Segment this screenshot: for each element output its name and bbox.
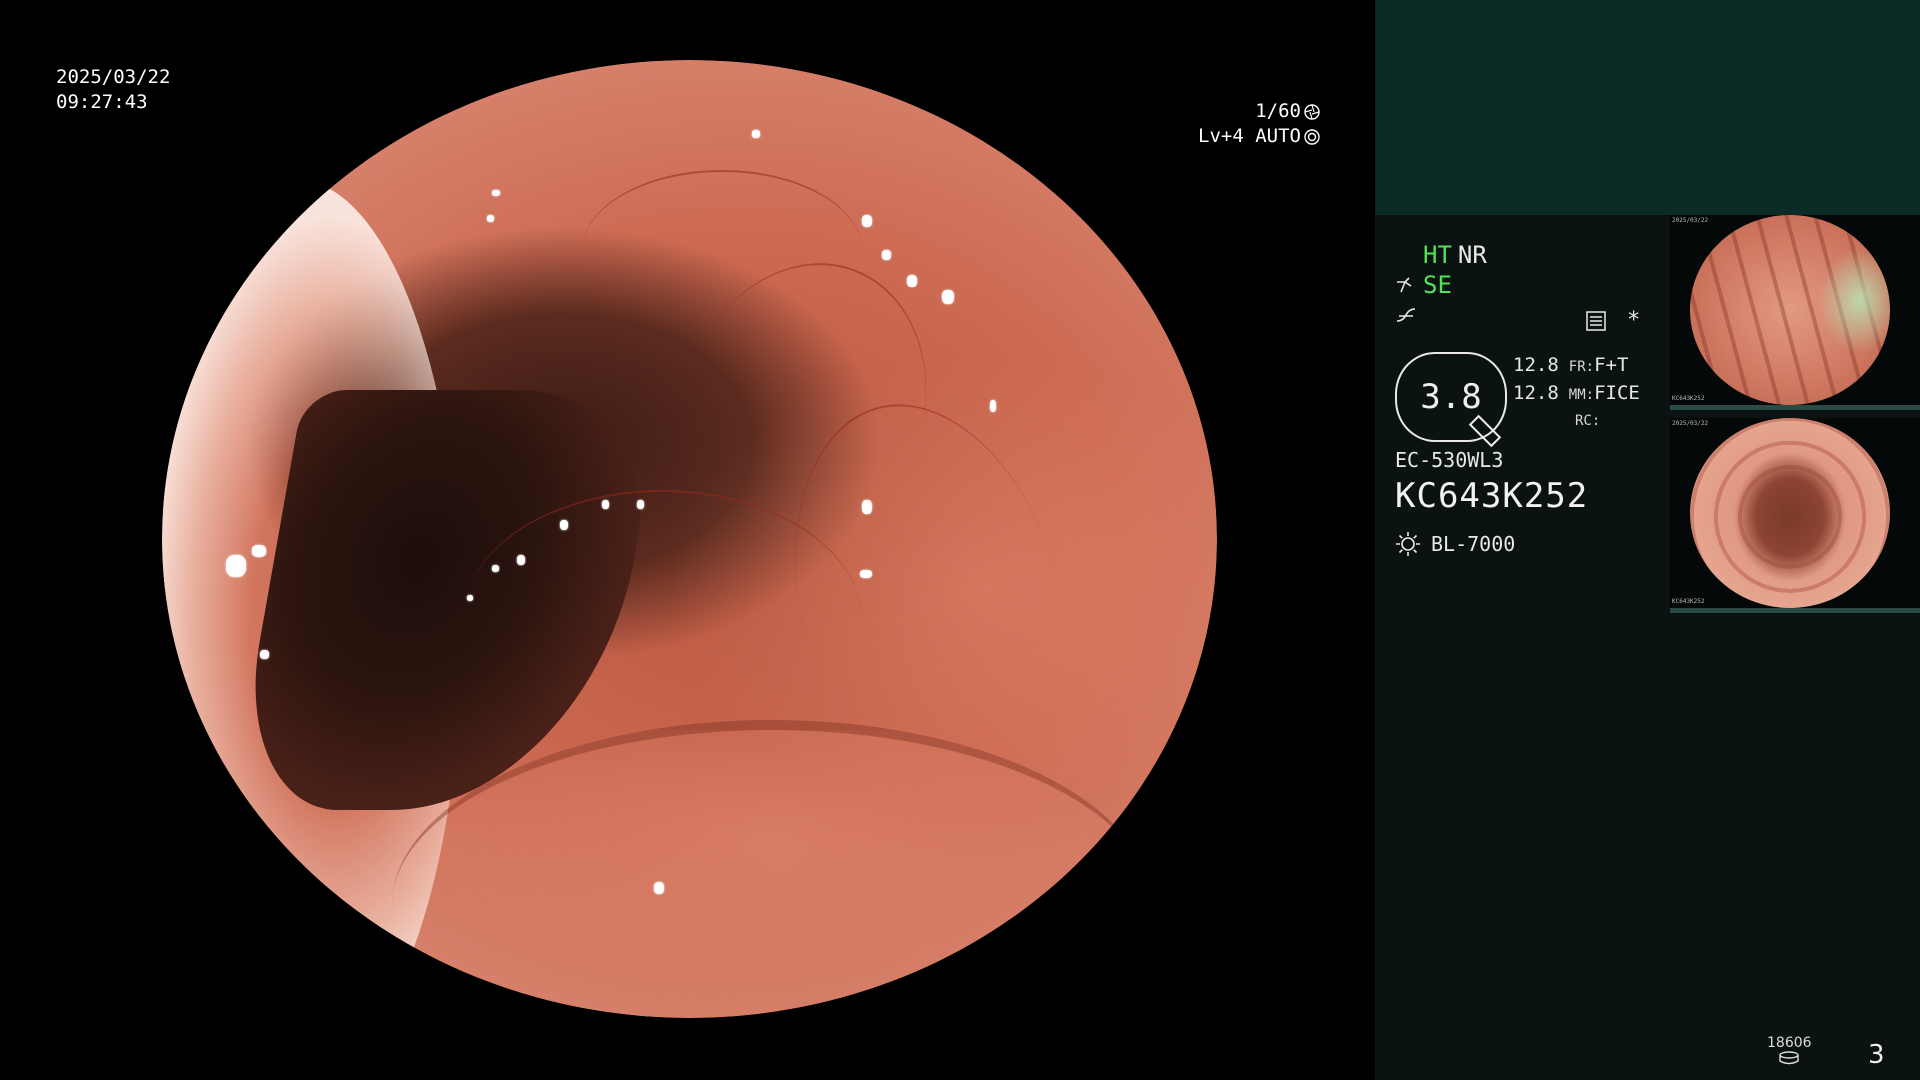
specular-highlight [882, 250, 891, 260]
brightness-level-text: Lv+4 AUTO [1198, 125, 1301, 147]
mm-label: MM: [1568, 387, 1595, 403]
thumbnail-bar [1670, 405, 1920, 410]
settings-block: HT NR SE * 3.8 12.8 FR:F+T 12.8 MM:FICE … [1395, 240, 1695, 556]
specular-highlight [226, 555, 246, 577]
time-text: 09:27:43 [56, 91, 148, 113]
settings-sheet-icon [1586, 310, 1606, 331]
specular-highlight [752, 130, 760, 138]
thumbnail-image [1690, 215, 1890, 405]
endoscope-image [162, 60, 1217, 1018]
thumbnail-serial: KC643K252 [1672, 598, 1705, 605]
shutter-speed-text: 1/60 [1255, 100, 1301, 122]
specular-highlight [860, 570, 872, 578]
param-1-value: 12.8 [1513, 354, 1559, 376]
mode-row-ht-nr: HT NR [1395, 240, 1695, 270]
mode-row-contrast [1395, 300, 1695, 330]
thumbnail-date: 2025/03/22 [1672, 217, 1709, 224]
thumbnail-date: 2025/03/22 [1672, 420, 1709, 427]
fr-label: FR: [1568, 359, 1595, 375]
specular-highlight [862, 215, 872, 227]
endoscopy-screen: 2025/03/22 09:27:43 1/60 Lv+4 AUTO HT NR… [0, 0, 1920, 1080]
aperture-icon [1304, 103, 1320, 120]
storage-count: 18606 [1767, 1035, 1812, 1051]
specular-highlight [602, 500, 609, 509]
scope-serial: KC643K252 [1395, 476, 1589, 516]
specular-highlight [907, 275, 917, 287]
asterisk-mark: * [1627, 308, 1641, 333]
fr-value: F+T [1594, 354, 1629, 376]
specular-highlight [260, 650, 269, 659]
specular-highlight [487, 215, 494, 222]
light-source: BL-7000 [1395, 531, 1515, 557]
scope-model: EC-530WL3 [1395, 448, 1504, 472]
light-source-text: BL-7000 [1431, 532, 1516, 556]
thumbnail-image [1690, 418, 1890, 608]
date-text: 2025/03/22 [56, 66, 171, 88]
specular-highlight [637, 500, 644, 509]
structure-enhancement-icon [1397, 277, 1412, 293]
magnifier-icon [1468, 414, 1502, 448]
mode-icons: * [1585, 308, 1640, 333]
specular-highlight [560, 520, 568, 530]
info-panel: HT NR SE * 3.8 12.8 FR:F+T 12.8 MM:FICE … [1375, 0, 1920, 1080]
specular-highlight [517, 555, 525, 565]
storage-disk-icon [1779, 1051, 1799, 1065]
mode-ht-label: HT [1423, 241, 1452, 269]
auto-iris-icon [1304, 128, 1320, 145]
endoscope-view: 2025/03/22 09:27:43 1/60 Lv+4 AUTO [0, 0, 1375, 1080]
contrast-curve-icon [1396, 308, 1416, 322]
panel-header-area [1375, 0, 1920, 215]
mode-nr-label: NR [1457, 241, 1487, 269]
specular-highlight [252, 545, 266, 557]
rc-label: RC: [1575, 413, 1601, 429]
zoom-value: 3.8 [1420, 377, 1482, 417]
thumbnail-bar [1670, 608, 1920, 613]
storage-counter: 18606 [1767, 1035, 1812, 1065]
capture-thumbnail[interactable]: 2025/03/22 KC643K252 [1670, 418, 1920, 613]
specular-highlight [492, 190, 500, 196]
specular-highlight [654, 882, 664, 894]
capture-thumbnail[interactable]: 2025/03/22 KC643K252 [1670, 215, 1920, 410]
mode-row-se: SE [1395, 270, 1695, 300]
specular-highlight [492, 565, 499, 572]
exposure-overlay: 1/60 Lv+4 AUTO [1180, 99, 1320, 149]
processing-params: 12.8 FR:F+T 12.8 MM:FICE RC: [1513, 352, 1653, 434]
specular-highlight [862, 500, 872, 514]
page-number: 3 [1868, 1040, 1885, 1070]
sun-icon [1396, 532, 1420, 556]
thumbnail-serial: KC643K252 [1672, 395, 1705, 402]
zoom-indicator: 3.8 [1395, 352, 1507, 448]
specular-highlight [990, 400, 996, 412]
param-2-value: 12.8 [1513, 382, 1559, 404]
date-time-overlay: 2025/03/22 09:27:43 [56, 65, 170, 115]
mode-se-label: SE [1423, 271, 1452, 299]
specular-highlight [942, 290, 954, 304]
specular-highlight [467, 595, 473, 601]
mm-value: FICE [1594, 382, 1640, 404]
